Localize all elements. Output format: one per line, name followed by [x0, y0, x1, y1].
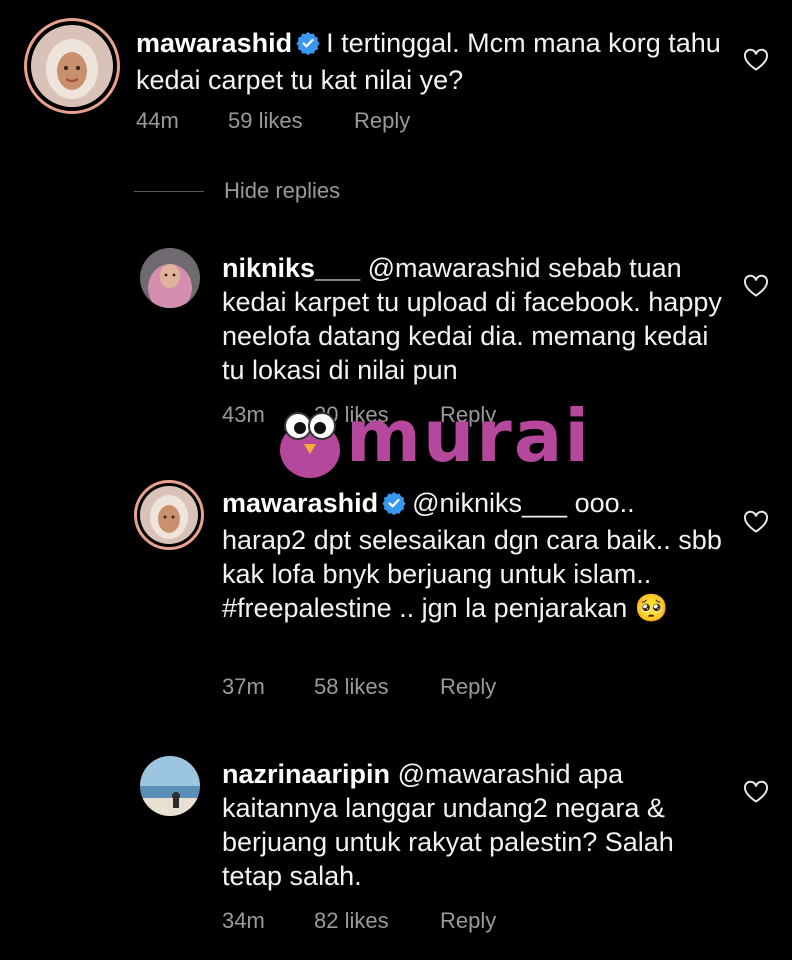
verified-badge-icon	[296, 29, 320, 63]
bird-mascot-icon	[280, 412, 340, 478]
comment-likes[interactable]: 59 likes	[228, 108, 354, 134]
hide-replies-toggle[interactable]: Hide replies	[134, 178, 340, 204]
watermark-text: murai	[346, 394, 592, 478]
heart-outline-icon[interactable]	[743, 48, 769, 72]
comment-age: 44m	[136, 108, 179, 133]
comment-username[interactable]: nikniks___	[222, 253, 360, 283]
comment-username[interactable]: mawarashid	[136, 28, 292, 58]
avatar[interactable]	[31, 25, 113, 107]
verified-badge-icon	[382, 489, 406, 523]
heart-outline-icon[interactable]	[743, 780, 769, 804]
reply-button[interactable]: Reply	[440, 674, 496, 700]
comment-age: 34m	[222, 908, 265, 933]
comment-username[interactable]: nazrinaaripin	[222, 759, 390, 789]
comment-username[interactable]: mawarashid	[222, 488, 378, 518]
watermark-logo: murai	[270, 394, 589, 490]
comment-age: 37m	[222, 674, 265, 699]
reply-button[interactable]: Reply	[440, 908, 496, 934]
reply-button[interactable]: Reply	[354, 108, 410, 134]
divider	[134, 190, 204, 192]
avatar[interactable]	[140, 248, 200, 308]
heart-outline-icon[interactable]	[743, 510, 769, 534]
comment-likes[interactable]: 58 likes	[314, 674, 440, 700]
hide-replies-label[interactable]: Hide replies	[224, 178, 340, 204]
avatar[interactable]	[140, 756, 200, 816]
heart-outline-icon[interactable]	[743, 274, 769, 298]
avatar[interactable]	[140, 486, 198, 544]
comment-likes[interactable]: 82 likes	[314, 908, 440, 934]
